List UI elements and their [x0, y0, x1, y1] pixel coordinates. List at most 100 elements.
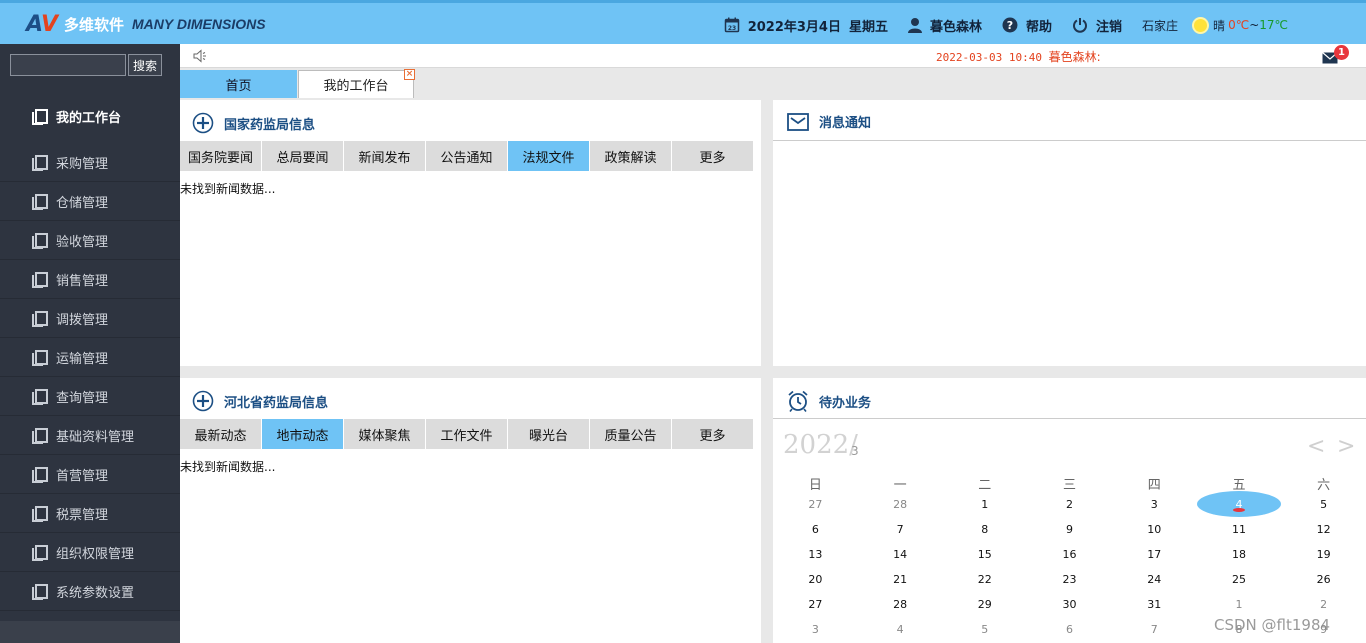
sidebar-item-sales[interactable]: 销售管理	[0, 260, 180, 299]
calendar-day[interactable]: 4	[858, 623, 943, 643]
calendar-day[interactable]: 22	[942, 573, 1027, 598]
tab-media-focus[interactable]: 媒体聚焦	[344, 419, 426, 449]
sidebar-item-first-business[interactable]: 首营管理	[0, 455, 180, 494]
calendar-day[interactable]: 1	[942, 498, 1027, 523]
calendar-day[interactable]: 28	[858, 498, 943, 523]
weekday-label: 日	[808, 478, 822, 493]
document-icon	[32, 428, 48, 444]
tab-home[interactable]: 首页	[180, 70, 297, 98]
tab-work-documents[interactable]: 工作文件	[426, 419, 508, 449]
sidebar-item-label: 采购管理	[56, 156, 109, 172]
calendar-day-number: 20	[808, 573, 823, 586]
alarm-clock-icon	[787, 390, 809, 412]
sidebar-item-system-params[interactable]: 系统参数设置	[0, 572, 180, 611]
calendar-day[interactable]: 13	[773, 548, 858, 573]
calendar-day[interactable]: 26	[1281, 573, 1366, 598]
tab-more[interactable]: 更多	[672, 141, 754, 171]
calendar-day[interactable]: 14	[858, 548, 943, 573]
calendar-day[interactable]: 9	[1027, 523, 1112, 548]
calendar-day[interactable]: 12	[1281, 523, 1366, 548]
calendar-day-number: 24	[1147, 573, 1162, 586]
calendar-prev-button[interactable]: <	[1307, 434, 1325, 459]
panel-title: 待办业务	[787, 390, 871, 412]
calendar-day[interactable]: 18	[1197, 548, 1282, 573]
notice-message[interactable]: 2022-03-03 10:40 暮色森林:	[936, 48, 1101, 65]
calendar-day[interactable]: 24	[1112, 573, 1197, 598]
close-icon[interactable]: ×	[404, 69, 415, 80]
calendar-day-number: 12	[1316, 523, 1331, 536]
calendar-day[interactable]: 7	[858, 523, 943, 548]
calendar-day[interactable]: 27	[773, 498, 858, 523]
calendar-day-number: 9	[1066, 523, 1074, 536]
menu-search-button[interactable]: 搜索	[128, 54, 162, 76]
tab-city-news[interactable]: 地市动态	[262, 419, 344, 449]
calendar-day[interactable]: 27	[773, 598, 858, 623]
document-icon	[32, 194, 48, 210]
calendar-day[interactable]: 11	[1197, 523, 1282, 548]
calendar-day-number: 28	[893, 498, 908, 511]
tab-announcement[interactable]: 公告通知	[426, 141, 508, 171]
calendar-day[interactable]: 6	[773, 523, 858, 548]
sidebar-item-invoice[interactable]: 税票管理	[0, 494, 180, 533]
menu-search-input[interactable]	[10, 54, 126, 76]
brand-logo[interactable]: AV 多维软件 MANY DIMENSIONS	[26, 12, 266, 37]
sidebar-item-workbench[interactable]: 我的工作台	[0, 96, 180, 136]
calendar-day[interactable]: 29	[942, 598, 1027, 623]
document-icon	[32, 350, 48, 366]
tab-more[interactable]: 更多	[672, 419, 754, 449]
calendar-day[interactable]: 31	[1112, 598, 1197, 623]
tab-workbench[interactable]: 我的工作台 ×	[298, 69, 415, 98]
help-link[interactable]: ? 帮助	[1002, 16, 1052, 35]
calendar-year: 2022/	[783, 430, 858, 460]
calendar-day[interactable]: 17	[1112, 548, 1197, 573]
sidebar-item-transport[interactable]: 运输管理	[0, 338, 180, 377]
document-icon	[32, 109, 48, 125]
tab-latest[interactable]: 最新动态	[180, 419, 262, 449]
calendar-day[interactable]: 28	[858, 598, 943, 623]
sidebar-footer	[0, 621, 180, 643]
tab-quality-notice[interactable]: 质量公告	[590, 419, 672, 449]
logout-link[interactable]: 注销	[1072, 16, 1122, 35]
weather-text: 晴	[1213, 18, 1226, 33]
calendar-day[interactable]: 30	[1027, 598, 1112, 623]
calendar-day[interactable]: 7	[1112, 623, 1197, 643]
calendar-day[interactable]: 3	[1112, 498, 1197, 523]
calendar-day[interactable]: 15	[942, 548, 1027, 573]
calendar-day-number: 27	[808, 498, 823, 511]
current-date: 2022年3月4日	[747, 19, 841, 35]
calendar-day[interactable]: 19	[1281, 548, 1366, 573]
tab-general-bureau[interactable]: 总局要闻	[262, 141, 344, 171]
calendar-day[interactable]: 21	[858, 573, 943, 598]
calendar-day-number: 7	[1150, 623, 1158, 636]
sidebar-item-transfer[interactable]: 调拨管理	[0, 299, 180, 338]
sidebar-item-query[interactable]: 查询管理	[0, 377, 180, 416]
calendar-day[interactable]: 8	[942, 523, 1027, 548]
calendar-week: 6 7 8 9 10 11 12	[773, 523, 1366, 548]
help-icon: ?	[1002, 17, 1018, 33]
sidebar-item-org-permission[interactable]: 组织权限管理	[0, 533, 180, 572]
tab-regulations[interactable]: 法规文件	[508, 141, 590, 171]
tab-state-council[interactable]: 国务院要闻	[180, 141, 262, 171]
calendar-day[interactable]: 23	[1027, 573, 1112, 598]
tab-exposure[interactable]: 曝光台	[508, 419, 590, 449]
calendar-day[interactable]: 10	[1112, 523, 1197, 548]
calendar-day[interactable]: 2	[1027, 498, 1112, 523]
calendar-day-today[interactable]: 4	[1196, 491, 1282, 523]
panel-title: 消息通知	[787, 112, 871, 131]
calendar-day[interactable]: 16	[1027, 548, 1112, 573]
header-user[interactable]: 暮色森林	[907, 16, 982, 35]
calendar-next-button[interactable]: >	[1337, 434, 1355, 459]
sidebar-item-inspection[interactable]: 验收管理	[0, 221, 180, 260]
tab-press-release[interactable]: 新闻发布	[344, 141, 426, 171]
envelope-icon	[787, 112, 809, 131]
calendar-day[interactable]: 5	[1281, 498, 1366, 523]
calendar-day[interactable]: 3	[773, 623, 858, 643]
sidebar-item-base-data[interactable]: 基础资料管理	[0, 416, 180, 455]
calendar-day[interactable]: 25	[1197, 573, 1282, 598]
calendar-day[interactable]: 20	[773, 573, 858, 598]
calendar-day[interactable]: 6	[1027, 623, 1112, 643]
sidebar-item-purchase[interactable]: 采购管理	[0, 143, 180, 182]
tab-policy-interpretation[interactable]: 政策解读	[590, 141, 672, 171]
sidebar-item-warehouse[interactable]: 仓储管理	[0, 182, 180, 221]
calendar-day[interactable]: 5	[942, 623, 1027, 643]
